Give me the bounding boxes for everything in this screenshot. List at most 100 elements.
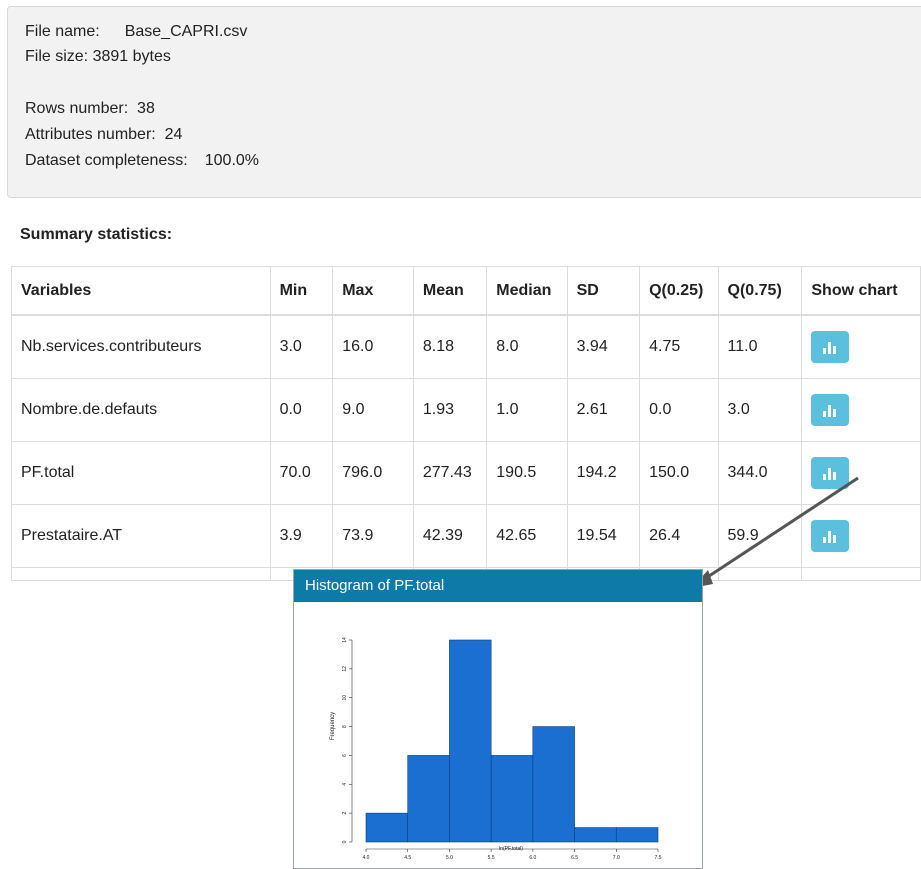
file-info-panel: File name: Base_CAPRI.csv File size: 3891… <box>7 6 921 198</box>
cell-median: 1.0 <box>486 378 568 442</box>
cell-variable: Nombre.de.defauts <box>11 378 271 442</box>
cell-show-chart <box>801 314 921 379</box>
histogram-bar <box>490 755 534 843</box>
cell-min: 3.0 <box>269 314 334 379</box>
histogram-bar <box>532 726 575 843</box>
histogram-title: Histogram of PF.total <box>294 570 702 602</box>
file-name-value: Base_CAPRI.csv <box>124 23 248 40</box>
cell-max: 73.9 <box>332 504 414 568</box>
rows-row: Rows number: 38 <box>25 100 155 118</box>
cell-min: 0.0 <box>269 378 334 442</box>
histogram-y-label: Frequency <box>330 712 336 740</box>
cell-max: 796.0 <box>332 441 414 505</box>
col-header-mean[interactable]: Mean <box>412 266 488 316</box>
y-tick-label: 14 <box>342 637 348 643</box>
cell-q75: 344.0 <box>717 441 803 505</box>
cell-q25: 26.4 <box>639 504 719 568</box>
completeness-row: Dataset completeness: 100.0% <box>25 152 259 170</box>
cell-mean: 277.43 <box>412 441 488 505</box>
histogram-popup: Histogram of PF.total 0 2 4 6 8 10 12 14 4.0 4.5 5… <box>293 569 703 869</box>
histogram-bar <box>449 639 492 843</box>
cell-sd: 3.94 <box>566 314 641 379</box>
x-tick-label: 7.5 <box>655 855 662 861</box>
x-tick-label: 5.0 <box>446 855 453 861</box>
x-tick-label: 4.5 <box>404 855 411 861</box>
col-header-min[interactable]: Min <box>269 266 334 316</box>
y-tick-label: 10 <box>342 695 348 701</box>
cell-min: 3.9 <box>269 504 334 568</box>
attributes-label: Attributes number: <box>25 126 156 143</box>
x-tick-label: 7.0 <box>613 855 620 861</box>
cell-sd: 19.54 <box>566 504 641 568</box>
bar-chart-icon <box>823 531 837 543</box>
cell-show-chart <box>801 441 921 505</box>
col-header-variables[interactable]: Variables <box>11 266 271 316</box>
cell-variable: PF.total <box>11 441 271 505</box>
col-header-max[interactable]: Max <box>332 266 414 316</box>
histogram-bar <box>407 755 450 843</box>
cell-mean: 8.18 <box>412 314 488 379</box>
x-tick-label: 5.5 <box>488 855 495 861</box>
show-chart-button[interactable] <box>811 520 850 552</box>
x-tick-label: 6.0 <box>529 855 536 861</box>
histogram-bar <box>365 812 409 843</box>
cell-mean: 1.93 <box>412 378 488 442</box>
cell-show-chart <box>801 504 921 568</box>
completeness-value: 100.0% <box>204 152 260 169</box>
summary-title: Summary statistics: <box>20 226 173 243</box>
cell-max: 9.0 <box>332 378 414 442</box>
file-name-row: File name: Base_CAPRI.csv <box>25 23 247 41</box>
x-tick-label: 6.5 <box>571 855 578 861</box>
cell-mean: 42.39 <box>412 504 488 568</box>
col-header-sd[interactable]: SD <box>566 266 641 316</box>
cell-q75: 59.9 <box>717 504 803 568</box>
cell-min: 70.0 <box>269 441 334 505</box>
table-header-row: Variables Min Max Mean Median SD Q(0.25)… <box>11 266 921 316</box>
cell-variable: Prestataire.AT <box>11 504 271 568</box>
col-header-q25[interactable]: Q(0.25) <box>639 266 719 316</box>
table-row: Nb.services.contributeurs 3.0 16.0 8.18 … <box>11 314 921 379</box>
bar-chart-icon <box>823 468 837 480</box>
x-tick-label: 4.0 <box>363 855 370 861</box>
col-header-q75[interactable]: Q(0.75) <box>717 266 803 316</box>
histogram-x-label: ln(PF.total) <box>499 846 523 852</box>
histogram-bar <box>574 827 617 843</box>
rows-label: Rows number: <box>25 100 129 117</box>
cell-show-chart <box>801 378 921 442</box>
show-chart-button[interactable] <box>811 457 850 489</box>
file-name-label: File name: <box>25 23 100 40</box>
table-row: PF.total 70.0 796.0 277.43 190.5 194.2 1… <box>11 441 921 505</box>
attributes-value: 24 <box>164 126 183 143</box>
show-chart-button[interactable] <box>811 331 850 363</box>
col-header-median[interactable]: Median <box>486 266 568 316</box>
cell-q75: 11.0 <box>717 314 803 379</box>
cell-variable: Nb.services.contributeurs <box>11 314 271 379</box>
cell-q25: 150.0 <box>639 441 719 505</box>
table-row: Nombre.de.defauts 0.0 9.0 1.93 1.0 2.61 … <box>11 378 921 442</box>
table-row: Prestataire.AT 3.9 73.9 42.39 42.65 19.5… <box>11 504 921 568</box>
summary-table: Variables Min Max Mean Median SD Q(0.25)… <box>11 266 921 581</box>
attributes-row: Attributes number: 24 <box>25 126 182 144</box>
bar-chart-icon <box>823 405 837 417</box>
col-header-show-chart: Show chart <box>801 266 921 316</box>
cell-median: 42.65 <box>486 504 568 568</box>
show-chart-button[interactable] <box>811 394 850 426</box>
bar-chart-icon <box>823 342 837 354</box>
histogram-chart: 0 2 4 6 8 10 12 14 4.0 4.5 5.0 5.5 6.0 6.5 7.0 7.5 Freq… <box>330 637 662 861</box>
y-tick-label: 6 <box>342 754 348 757</box>
cell-max: 16.0 <box>332 314 414 379</box>
cell-median: 8.0 <box>486 314 568 379</box>
y-tick-label: 8 <box>342 725 348 728</box>
histogram-bar <box>615 827 659 843</box>
y-tick-label: 12 <box>342 666 348 672</box>
rows-value: 38 <box>137 100 155 117</box>
cell-q25: 4.75 <box>639 314 719 379</box>
file-size-label: File size: <box>25 48 89 65</box>
cell-q75: 3.0 <box>717 378 803 442</box>
y-tick-label: 4 <box>342 783 348 786</box>
completeness-label: Dataset completeness: <box>25 152 188 169</box>
file-size-row: File size: 3891 bytes <box>25 48 171 66</box>
cell-median: 190.5 <box>486 441 568 505</box>
y-tick-label: 2 <box>342 812 348 815</box>
y-tick-label: 0 <box>342 840 348 843</box>
